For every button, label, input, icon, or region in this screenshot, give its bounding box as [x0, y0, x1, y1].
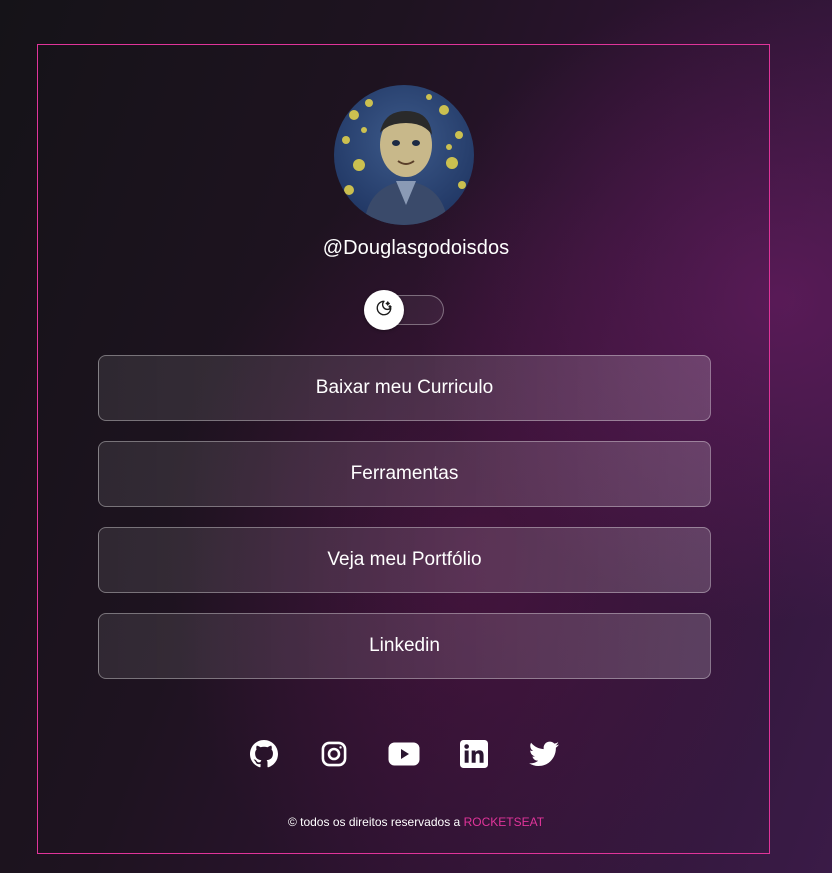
avatar — [334, 85, 474, 225]
twitter-icon[interactable] — [528, 738, 560, 770]
footer: © todos os direitos reservados a ROCKETS… — [0, 815, 832, 829]
linkedin-icon[interactable] — [458, 738, 490, 770]
moon-stars-icon — [375, 299, 393, 322]
github-icon[interactable] — [248, 738, 280, 770]
link-linkedin[interactable]: Linkedin — [98, 613, 711, 679]
theme-toggle[interactable] — [364, 290, 444, 330]
link-portfolio[interactable]: Veja meu Portfólio — [98, 527, 711, 593]
footer-copyright: © todos os direitos reservados a — [287, 815, 461, 829]
link-baixar-curriculo[interactable]: Baixar meu Curriculo — [98, 355, 711, 421]
instagram-icon[interactable] — [318, 738, 350, 770]
footer-brand-link[interactable]: ROCKETSEAT — [464, 815, 544, 829]
toggle-knob[interactable] — [364, 290, 404, 330]
social-links — [0, 738, 832, 770]
link-ferramentas[interactable]: Ferramentas — [98, 441, 711, 507]
username: @Douglasgodoisdos — [322, 237, 510, 259]
youtube-icon[interactable] — [388, 738, 420, 770]
links-list: Baixar meu Curriculo Ferramentas Veja me… — [98, 355, 711, 699]
